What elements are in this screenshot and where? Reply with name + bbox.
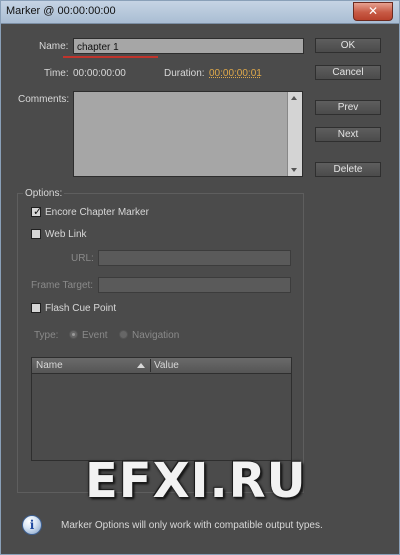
info-icon: i [22, 515, 42, 535]
next-button[interactable]: Next [315, 127, 381, 142]
type-event-radio[interactable] [69, 330, 78, 339]
title-bar: Marker @ 00:00:00:00 ✕ [1, 1, 399, 24]
info-message: Marker Options will only work with compa… [61, 520, 323, 531]
table-header: Name Value [32, 358, 291, 374]
ok-button[interactable]: OK [315, 38, 381, 53]
comments-label: Comments: [18, 94, 70, 105]
type-navigation-label: Navigation [132, 330, 180, 341]
url-label: URL: [71, 253, 94, 264]
type-event-label: Event [82, 330, 108, 341]
column-divider[interactable] [150, 359, 151, 372]
options-legend: Options: [23, 188, 65, 199]
name-input[interactable]: chapter 1 [73, 38, 304, 54]
encore-chapter-checkbox[interactable]: ✓ [31, 206, 43, 218]
type-label: Type: [34, 330, 59, 341]
close-button[interactable]: ✕ [353, 2, 393, 21]
duration-value-link[interactable]: 00:00:00:01 [209, 68, 262, 79]
comments-scrollbar[interactable] [287, 92, 302, 176]
web-link-label: Web Link [45, 229, 87, 240]
delete-button[interactable]: Delete [315, 162, 381, 177]
column-header-name[interactable]: Name [36, 360, 63, 371]
url-input[interactable] [98, 250, 291, 266]
cancel-button[interactable]: Cancel [315, 65, 381, 80]
type-navigation-radio[interactable] [119, 330, 128, 339]
marker-dialog: Marker @ 00:00:00:00 ✕ Name: chapter 1 T… [0, 0, 400, 555]
frame-target-label: Frame Target: [31, 280, 94, 291]
encore-chapter-label: Encore Chapter Marker [45, 207, 149, 218]
flash-cue-label: Flash Cue Point [45, 303, 117, 314]
window-title: Marker @ 00:00:00:00 [6, 5, 116, 17]
comments-textarea[interactable] [73, 91, 303, 177]
scroll-up-arrow-icon[interactable] [291, 96, 297, 100]
name-red-underline [63, 56, 158, 58]
duration-label: Duration: [164, 68, 205, 79]
cue-point-table[interactable]: Name Value [31, 357, 292, 461]
scroll-down-arrow-icon[interactable] [291, 168, 297, 172]
site-watermark: EFXI.RU [85, 453, 307, 509]
flash-cue-checkbox[interactable] [31, 303, 41, 313]
web-link-checkbox[interactable] [31, 229, 41, 239]
checkmark-icon: ✓ [33, 206, 43, 218]
frame-target-input[interactable] [98, 277, 291, 293]
name-label: Name: [39, 41, 69, 52]
column-header-value[interactable]: Value [154, 360, 179, 371]
prev-button[interactable]: Prev [315, 100, 381, 115]
sort-ascending-icon[interactable] [137, 363, 145, 368]
time-value: 00:00:00:00 [73, 68, 126, 79]
time-label: Time: [44, 68, 69, 79]
radio-selected-dot [72, 333, 75, 336]
